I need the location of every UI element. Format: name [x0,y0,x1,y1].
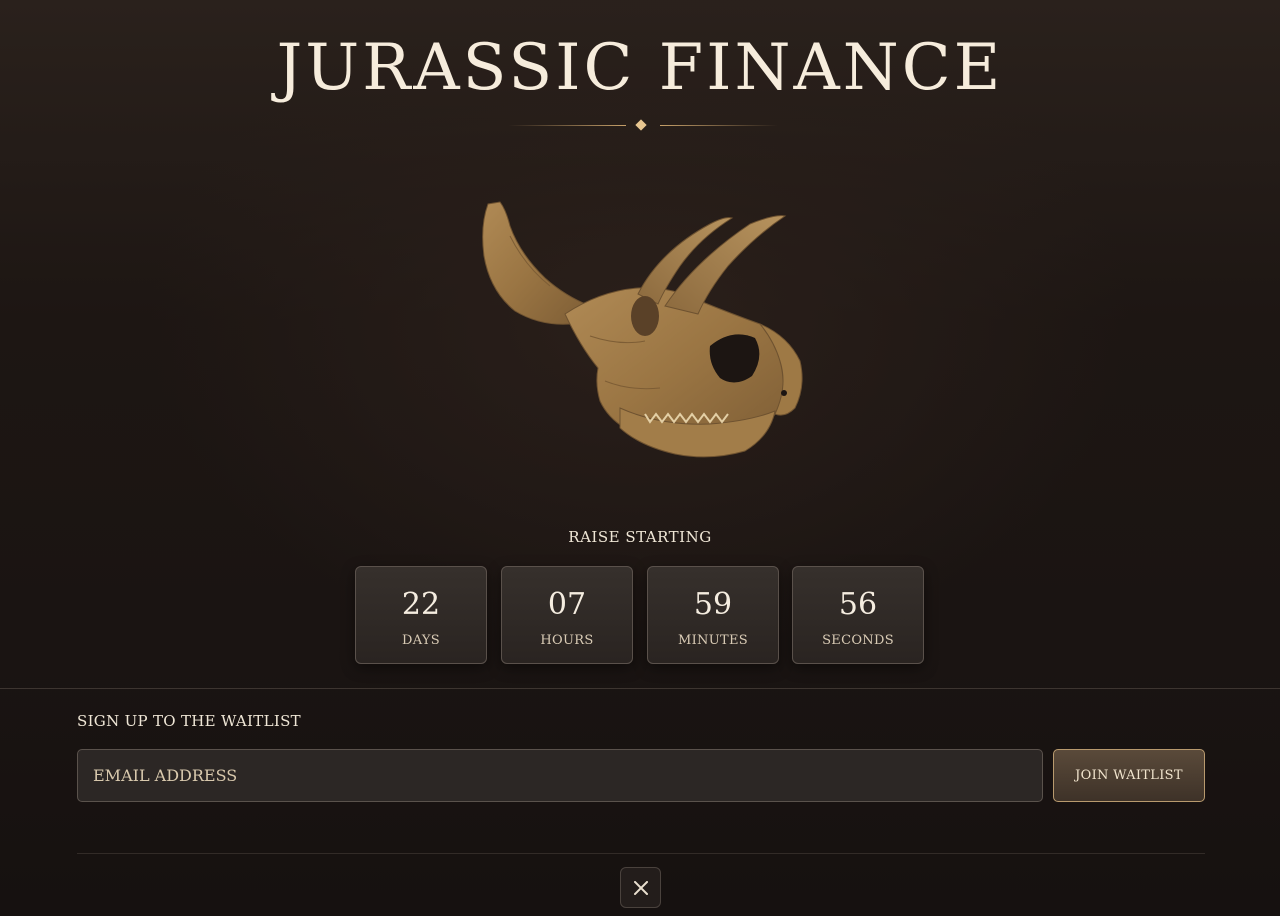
x-social-link[interactable] [620,867,661,908]
countdown-seconds: 56 SECONDS [792,566,924,664]
title-ornament [508,118,778,134]
site-title: JURASSIC FINANCE [276,31,1004,105]
waitlist-heading: SIGN UP TO THE WAITLIST [77,712,301,730]
email-input[interactable] [77,749,1043,802]
ornament-line-left [508,125,626,126]
countdown-label: RAISE STARTING [568,528,712,546]
countdown-minutes-label: MINUTES [678,633,748,648]
section-divider [0,688,1280,689]
join-waitlist-button[interactable]: JOIN WAITLIST [1053,749,1205,802]
countdown-minutes-value: 59 [693,587,733,622]
countdown-seconds-value: 56 [838,587,878,622]
countdown-days-label: DAYS [402,633,440,648]
countdown-hours: 07 HOURS [501,566,633,664]
countdown-hours-value: 07 [547,587,587,622]
countdown-days-value: 22 [401,587,441,622]
diamond-icon [635,119,647,131]
countdown-hours-label: HOURS [540,633,594,648]
footer-divider [77,853,1205,854]
countdown-minutes: 59 MINUTES [647,566,779,664]
x-icon [634,881,648,895]
countdown-timer: 22 DAYS 07 HOURS 59 MINUTES 56 SECONDS [355,566,927,666]
skull-illustration [482,201,803,458]
triceratops-skull-image [470,196,815,464]
ornament-line-right [660,125,778,126]
countdown-seconds-label: SECONDS [822,633,894,648]
countdown-days: 22 DAYS [355,566,487,664]
